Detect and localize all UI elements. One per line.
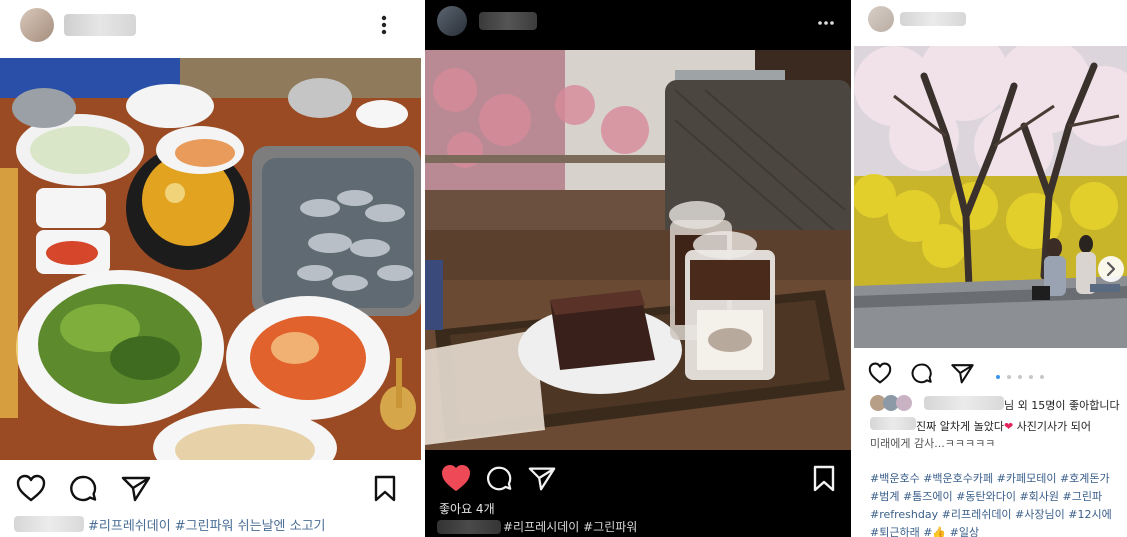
- post-photo[interactable]: [0, 58, 421, 460]
- more-options-icon[interactable]: [817, 10, 835, 30]
- share-icon[interactable]: [120, 474, 152, 502]
- comment-icon[interactable]: [485, 464, 513, 492]
- bookmark-icon[interactable]: [811, 464, 837, 492]
- pager-dot-active: [996, 374, 1000, 379]
- post-panel-2: 좋아요 4개 #리프레시데이 #그린파워: [425, 0, 851, 537]
- share-icon[interactable]: [527, 464, 557, 492]
- pager-dot: [1018, 374, 1023, 379]
- avatar[interactable]: [868, 6, 894, 32]
- comment-icon[interactable]: [68, 474, 98, 502]
- caption-text: 진짜 알차게 놀았다❤ 사진기사가 되어: [916, 418, 1091, 434]
- caption-username-blurred[interactable]: [437, 520, 501, 534]
- liker-username-blurred[interactable]: [924, 396, 1004, 410]
- username-blurred[interactable]: [64, 14, 136, 36]
- username-blurred[interactable]: [479, 12, 537, 30]
- post-caption: #리프레쉬데이 #그린파워 쉬는날엔 소고기: [88, 519, 326, 534]
- pager-dot: [1040, 374, 1045, 379]
- heart-icon[interactable]: [441, 464, 471, 492]
- more-options-icon[interactable]: [380, 14, 388, 39]
- avatar: [896, 395, 912, 411]
- post-photo[interactable]: [854, 46, 1127, 348]
- like-count[interactable]: 좋아요 4개: [439, 500, 495, 517]
- hashtag-line[interactable]: #퇴근하래 #👍 #일상: [870, 524, 979, 537]
- post-panel-1: #리프레쉬데이 #그린파워 쉬는날엔 소고기: [0, 0, 421, 537]
- liker-avatars[interactable]: [870, 395, 916, 411]
- like-count[interactable]: 님 외 15명이 좋아합니다: [1004, 397, 1120, 413]
- post-panel-3: 님 외 15명이 좋아합니다 진짜 알차게 놀았다❤ 사진기사가 되어 미래에게…: [854, 0, 1127, 537]
- caption-username-blurred[interactable]: [14, 516, 84, 532]
- avatar[interactable]: [20, 8, 54, 42]
- heart-icon[interactable]: [868, 362, 892, 384]
- avatar[interactable]: [437, 6, 467, 36]
- bookmark-icon[interactable]: [372, 474, 398, 502]
- post-caption: #리프레시데이 #그린파워: [503, 520, 638, 534]
- caption-line1-tail: 사진기사가 되어: [1013, 420, 1092, 433]
- caption-line2: 미래에게 감사...ㅋㅋㅋㅋㅋ: [870, 437, 996, 450]
- heart-icon[interactable]: [16, 474, 46, 502]
- carousel-pager: [995, 366, 1045, 385]
- chevron-right-icon[interactable]: [1098, 256, 1124, 282]
- caption-line1: 진짜 알차게 놀았다: [916, 420, 1004, 433]
- hashtag-line[interactable]: #refreshday #리프레쉬데이 #사장님이 #12시에: [870, 506, 1112, 522]
- username-blurred[interactable]: [900, 12, 966, 26]
- caption-username-blurred[interactable]: [870, 417, 916, 430]
- pager-dot: [1007, 374, 1012, 379]
- post-photo[interactable]: [425, 50, 851, 450]
- hashtag-line[interactable]: #백운호수 #백운호수카페 #카페모테이 #호계돈가: [870, 470, 1110, 486]
- red-heart-icon: ❤: [1003, 420, 1014, 433]
- pager-dot: [1029, 374, 1034, 379]
- hashtag-line[interactable]: #범계 #톰즈에이 #동탄와다이 #회사원 #그린파: [870, 488, 1102, 504]
- comment-icon[interactable]: [910, 362, 933, 384]
- share-icon[interactable]: [950, 362, 975, 384]
